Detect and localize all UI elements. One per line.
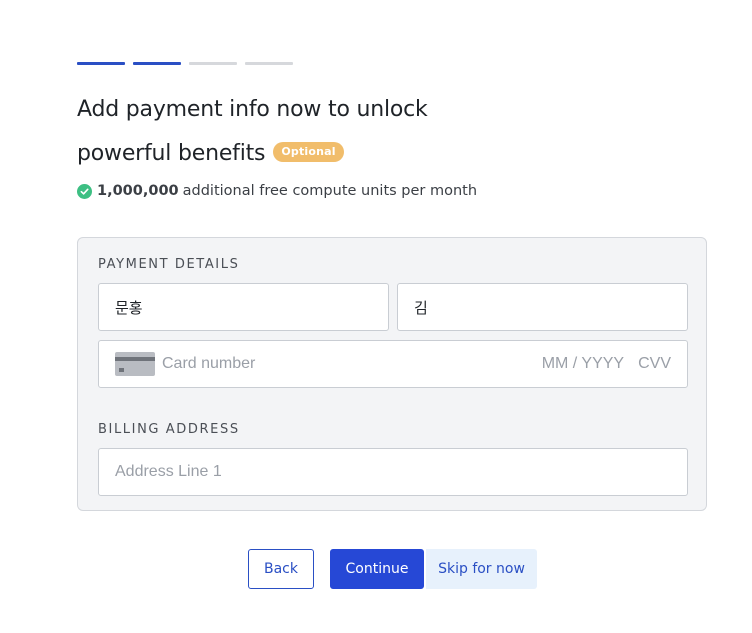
page-title-line1: Add payment info now to unlock xyxy=(77,97,428,122)
payment-panel: PAYMENT DETAILS 문홍 김 Card number MM / YY… xyxy=(77,237,707,511)
card-number-placeholder: Card number xyxy=(162,355,256,372)
payment-details-label: PAYMENT DETAILS xyxy=(98,257,240,272)
first-name-field[interactable]: 문홍 xyxy=(98,283,389,331)
billing-address-label: BILLING ADDRESS xyxy=(98,422,240,437)
optional-badge: Optional xyxy=(273,142,344,162)
last-name-field[interactable]: 김 xyxy=(397,283,688,331)
skip-button[interactable]: Skip for now xyxy=(426,549,537,589)
card-number-field[interactable]: Card number MM / YYYY CVV xyxy=(98,340,688,388)
expiry-placeholder[interactable]: MM / YYYY xyxy=(542,355,624,373)
benefit-line: 1,000,000 additional free compute units … xyxy=(77,183,477,199)
page-title-line2: powerful benefits xyxy=(77,141,266,166)
credit-card-icon xyxy=(115,352,155,376)
check-circle-icon xyxy=(77,183,92,199)
first-name-value: 문홍 xyxy=(115,298,143,317)
address-line1-placeholder: Address Line 1 xyxy=(115,463,222,480)
back-button[interactable]: Back xyxy=(248,549,314,589)
progress-step-3 xyxy=(189,62,237,65)
last-name-value: 김 xyxy=(414,298,428,317)
address-line1-field[interactable]: Address Line 1 xyxy=(98,448,688,496)
continue-button[interactable]: Continue xyxy=(330,549,424,589)
page-title: Add payment info now to unlock powerful … xyxy=(77,88,537,176)
progress-steps xyxy=(77,62,293,65)
progress-step-2 xyxy=(133,62,181,65)
progress-step-1 xyxy=(77,62,125,65)
benefit-amount: 1,000,000 xyxy=(97,183,179,199)
cvv-placeholder[interactable]: CVV xyxy=(638,355,671,373)
progress-step-4 xyxy=(245,62,293,65)
benefit-text: additional free compute units per month xyxy=(182,183,478,199)
